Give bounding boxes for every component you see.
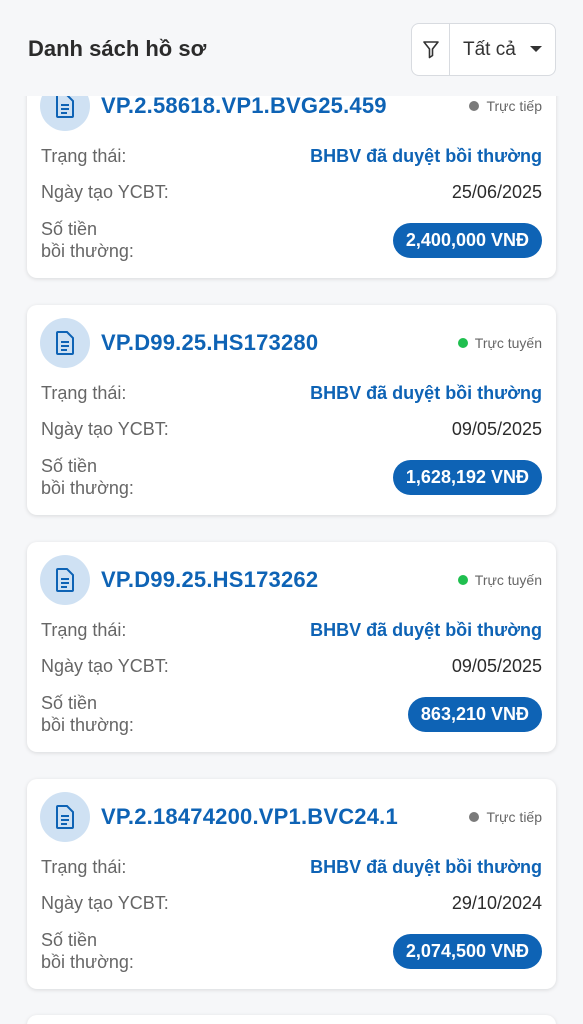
channel-dot-icon — [457, 575, 468, 585]
date-label: Ngày tạo YCBT: — [41, 182, 169, 202]
channel-label: Trực tiếp — [486, 809, 542, 825]
amount-label-line1: Số tiền — [41, 693, 98, 713]
funnel-icon[interactable] — [412, 24, 450, 75]
status-label: Trạng thái: — [41, 146, 127, 166]
date-value: 29/10/2024 — [451, 893, 542, 913]
amount-label: Số tiền bồi thường: — [41, 218, 134, 262]
channel-label: Trực tiếp — [486, 98, 542, 114]
status-label: Trạng thái: — [41, 620, 127, 640]
date-value: 09/05/2025 — [451, 419, 542, 439]
document-icon — [40, 318, 90, 368]
date-label: Ngày tạo YCBT: — [41, 419, 169, 439]
amount-label-line2: bồi thường: — [41, 715, 134, 735]
date-label: Ngày tạo YCBT: — [41, 893, 169, 913]
claim-card[interactable]: VP.2.58618.VP1.BVG25.459 Trực tiếp Trạng… — [27, 68, 556, 278]
amount-badge: 863,210 VNĐ — [407, 697, 542, 732]
date-label: Ngày tạo YCBT: — [41, 656, 169, 676]
claim-card-partial[interactable] — [27, 1015, 556, 1024]
claim-card[interactable]: VP.D99.25.HS173262 Trực tuyến Trạng thái… — [27, 542, 556, 752]
filter-dropdown[interactable]: Tất cả — [411, 23, 556, 76]
document-icon — [40, 792, 90, 842]
page-title: Danh sách hồ sơ — [28, 36, 207, 61]
date-value: 09/05/2025 — [451, 656, 542, 676]
channel-badge: Trực tiếp — [469, 98, 542, 114]
amount-label: Số tiền bồi thường: — [41, 692, 134, 736]
claim-code[interactable]: VP.D99.25.HS173280 — [101, 330, 318, 356]
claim-code[interactable]: VP.2.18474200.VP1.BVC24.1 — [101, 804, 398, 830]
channel-badge: Trực tuyến — [457, 572, 542, 588]
status-label: Trạng thái: — [41, 857, 127, 877]
list-header: Danh sách hồ sơ Tất cả — [0, 0, 583, 96]
channel-dot-icon — [469, 101, 480, 111]
status-value: BHBV đã duyệt bồi thường — [310, 146, 542, 166]
channel-badge: Trực tiếp — [469, 809, 542, 825]
claim-card[interactable]: VP.2.18474200.VP1.BVC24.1 Trực tiếp Trạn… — [27, 779, 556, 989]
amount-label-line2: bồi thường: — [41, 478, 134, 498]
amount-label-line1: Số tiền — [41, 456, 98, 476]
status-label: Trạng thái: — [41, 383, 127, 403]
date-value: 25/06/2025 — [451, 182, 542, 202]
claim-code[interactable]: VP.D99.25.HS173262 — [101, 567, 318, 593]
amount-label: Số tiền bồi thường: — [41, 929, 134, 973]
claim-code[interactable]: VP.2.58618.VP1.BVG25.459 — [101, 93, 387, 119]
amount-badge: 2,400,000 VNĐ — [392, 223, 542, 258]
amount-label-line2: bồi thường: — [41, 241, 134, 261]
status-value: BHBV đã duyệt bồi thường — [310, 383, 542, 403]
amount-label-line1: Số tiền — [41, 219, 98, 239]
status-value: BHBV đã duyệt bồi thường — [310, 857, 542, 877]
channel-dot-icon — [457, 338, 468, 348]
amount-label: Số tiền bồi thường: — [41, 455, 134, 499]
caret-down-icon — [530, 46, 542, 52]
claim-card[interactable]: VP.D99.25.HS173280 Trực tuyến Trạng thái… — [27, 305, 556, 515]
amount-badge: 1,628,192 VNĐ — [392, 460, 542, 495]
channel-badge: Trực tuyến — [457, 335, 542, 351]
document-icon — [40, 555, 90, 605]
filter-selected-value: Tất cả — [463, 38, 516, 60]
amount-label-line2: bồi thường: — [41, 952, 134, 972]
channel-dot-icon — [469, 812, 480, 822]
status-value: BHBV đã duyệt bồi thường — [310, 620, 542, 640]
amount-badge: 2,074,500 VNĐ — [392, 934, 542, 969]
amount-label-line1: Số tiền — [41, 930, 98, 950]
channel-label: Trực tuyến — [474, 572, 542, 588]
channel-label: Trực tuyến — [474, 335, 542, 351]
